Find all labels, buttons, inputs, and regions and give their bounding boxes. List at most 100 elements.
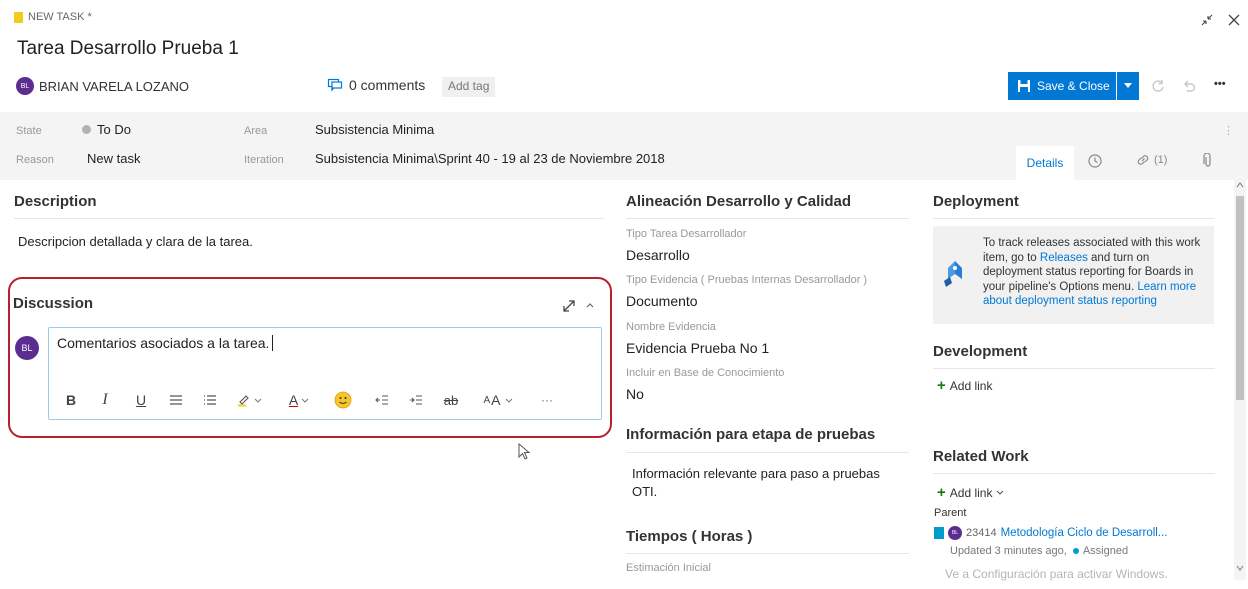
tab-attachments[interactable]: [1202, 153, 1216, 169]
scroll-up-icon[interactable]: [1236, 182, 1244, 188]
refresh-icon[interactable]: [1150, 78, 1166, 94]
attachment-icon: [1202, 153, 1216, 169]
tipo-tarea-label: Tipo Tarea Desarrollador: [626, 228, 747, 240]
alineacion-title: Alineación Desarrollo y Calidad: [626, 193, 852, 210]
base-conocimiento-label: Incluir en Base de Conocimiento: [626, 367, 785, 379]
text-cursor: [272, 335, 274, 351]
save-icon: [1017, 79, 1031, 93]
scroll-down-icon[interactable]: [1236, 565, 1244, 571]
base-conocimiento-value[interactable]: No: [626, 386, 644, 402]
assignee[interactable]: BL BRIAN VARELA LOZANO: [16, 77, 189, 95]
parent-avatar: BL: [948, 526, 962, 540]
more-formatting-icon[interactable]: ···: [535, 390, 559, 410]
state-label: State: [16, 125, 42, 137]
iteration-field[interactable]: Subsistencia Minima\Sprint 40 - 19 al 23…: [315, 151, 665, 166]
area-label: Area: [244, 125, 268, 137]
comment-text: Comentarios asociados a la tarea.: [57, 335, 270, 351]
development-add-link[interactable]: + Add link: [937, 377, 992, 394]
info-pruebas-title: Información para etapa de pruebas: [626, 426, 876, 443]
state-value: To Do: [97, 122, 131, 137]
comment-input-text[interactable]: Comentarios asociados a la tarea.: [57, 335, 274, 351]
releases-link[interactable]: Releases: [1040, 252, 1088, 264]
work-item-type-label: NEW TASK *: [28, 11, 92, 23]
discussion-title: Discussion: [13, 295, 94, 312]
close-icon[interactable]: [1226, 12, 1242, 28]
more-actions-button[interactable]: •••: [1214, 78, 1226, 90]
info-pruebas-text[interactable]: Información relevante para paso a prueba…: [632, 465, 908, 501]
font-size-icon[interactable]: AA: [478, 390, 518, 410]
rocket-icon: [942, 259, 968, 289]
deployment-info-text: To track releases associated with this w…: [983, 236, 1211, 309]
expand-icon[interactable]: [562, 299, 576, 313]
work-item-type-header: NEW TASK *: [14, 11, 92, 23]
highlight-icon[interactable]: [232, 390, 266, 410]
state-dot-icon: [82, 125, 91, 134]
comment-icon: [327, 78, 343, 92]
emoji-icon[interactable]: [333, 390, 353, 410]
strikethrough-button[interactable]: ab: [441, 390, 461, 410]
development-add-link-label: Add link: [949, 378, 993, 393]
related-work-title: Related Work: [933, 448, 1029, 465]
italic-button[interactable]: I: [96, 390, 114, 410]
outdent-icon[interactable]: [373, 390, 391, 410]
bold-button[interactable]: B: [62, 390, 80, 410]
reason-field[interactable]: New task: [87, 151, 140, 166]
save-close-button[interactable]: Save & Close: [1008, 72, 1116, 100]
underline-button[interactable]: U: [132, 390, 150, 410]
tab-details-label: Details: [1026, 156, 1064, 170]
related-add-link-label: Add link: [949, 485, 993, 500]
tiempos-title: Tiempos ( Horas ): [626, 528, 753, 545]
comments-link[interactable]: 0 comments: [327, 77, 425, 93]
indent-icon[interactable]: [407, 390, 425, 410]
comments-count: 0 comments: [349, 77, 426, 93]
tipo-tarea-value[interactable]: Desarrollo: [626, 247, 690, 263]
tipo-evidencia-label: Tipo Evidencia ( Pruebas Internas Desarr…: [626, 274, 868, 286]
undo-icon[interactable]: [1181, 78, 1197, 94]
plus-icon: +: [937, 377, 946, 394]
area-field[interactable]: Subsistencia Minima: [315, 122, 434, 137]
chevron-down-icon: [1123, 83, 1133, 89]
chevron-down-icon: [996, 490, 1004, 495]
avatar: BL: [16, 77, 34, 95]
mouse-pointer-icon: [518, 443, 532, 461]
info-pruebas-divider: [626, 452, 909, 453]
tab-links[interactable]: (1): [1135, 152, 1167, 168]
deployment-title: Deployment: [933, 193, 1019, 210]
numbered-list-icon[interactable]: [201, 390, 219, 410]
parent-id: 23414: [966, 527, 997, 539]
tab-details[interactable]: Details: [1016, 146, 1074, 180]
parent-updated: Updated 3 minutes ago,: [950, 545, 1067, 557]
save-options-dropdown[interactable]: [1117, 72, 1139, 100]
activation-watermark: Ve a Configuración para activar Windows.: [945, 567, 1168, 581]
add-tag-button[interactable]: Add tag: [442, 77, 496, 97]
related-work-divider: [933, 473, 1215, 474]
scrollbar-thumb[interactable]: [1236, 196, 1244, 400]
plus-icon: +: [937, 484, 946, 501]
backlog-item-icon: [934, 527, 944, 539]
state-field[interactable]: To Do: [82, 122, 131, 137]
description-divider: [14, 218, 604, 219]
description-text[interactable]: Descripcion detallada y clara de la tare…: [18, 234, 253, 249]
parent-link-row[interactable]: BL 23414 Metodología Ciclo de Desarroll.…: [934, 526, 1167, 540]
font-color-icon[interactable]: A: [282, 390, 316, 410]
assigned-dot-icon: [1072, 548, 1079, 554]
restore-icon[interactable]: [1199, 12, 1215, 28]
bullet-list-icon[interactable]: [167, 390, 185, 410]
deployment-divider: [933, 218, 1215, 219]
task-icon: [14, 11, 23, 23]
history-icon: [1087, 153, 1105, 169]
tipo-evidencia-value[interactable]: Documento: [626, 293, 698, 309]
work-item-title[interactable]: Tarea Desarrollo Prueba 1: [17, 38, 239, 60]
iteration-label: Iteration: [244, 154, 284, 166]
parent-title: Metodología Ciclo de Desarroll...: [1000, 527, 1168, 539]
nombre-evidencia-value[interactable]: Evidencia Prueba No 1: [626, 340, 769, 356]
development-title: Development: [933, 343, 1028, 360]
related-add-link[interactable]: + Add link: [937, 484, 1004, 501]
tab-links-count: (1): [1154, 154, 1168, 166]
tab-history[interactable]: [1087, 153, 1105, 169]
tiempos-divider: [626, 553, 909, 554]
save-close-label: Save & Close: [1037, 79, 1110, 93]
collapse-icon[interactable]: [585, 301, 595, 309]
vertical-ellipsis-icon[interactable]: ⋮: [1223, 124, 1234, 137]
reason-label: Reason: [16, 154, 54, 166]
